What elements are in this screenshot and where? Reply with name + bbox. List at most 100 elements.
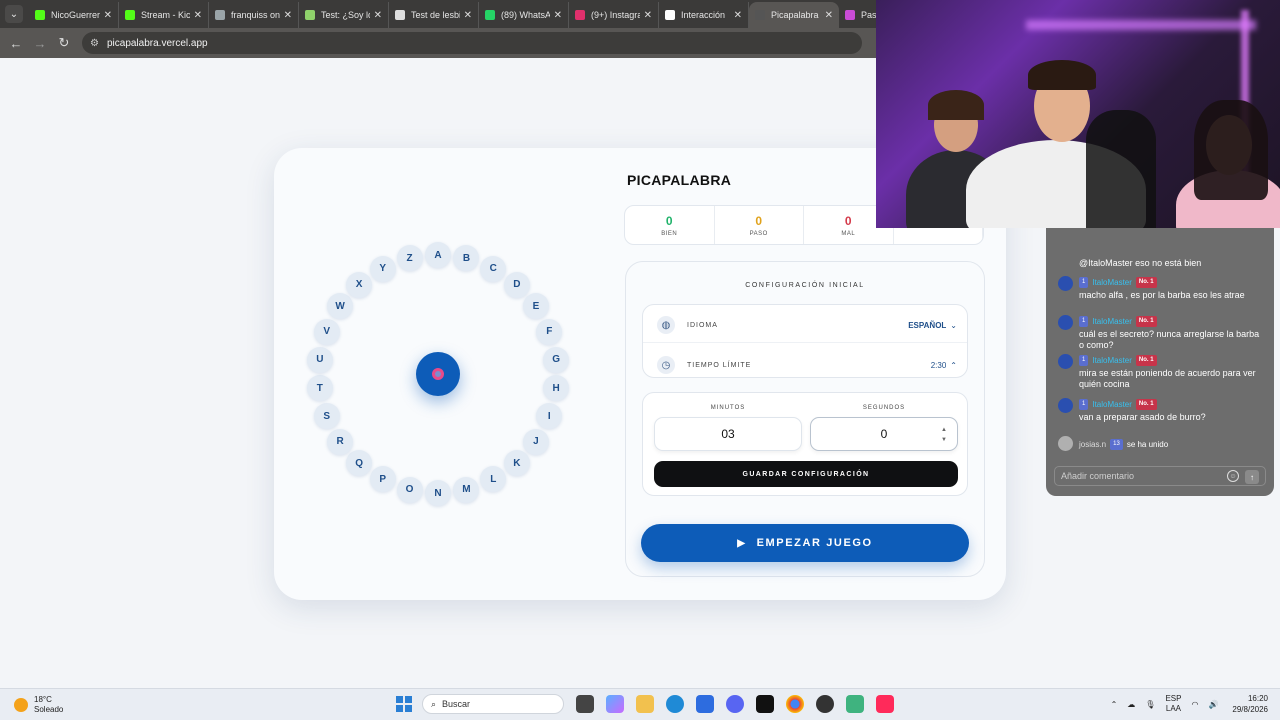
favicon-icon [125, 10, 135, 20]
obs-icon[interactable] [756, 695, 774, 713]
close-icon[interactable]: ✕ [104, 10, 112, 21]
edge-icon[interactable] [666, 695, 684, 713]
close-icon[interactable]: ✕ [734, 10, 742, 21]
tab-title: Interacción [681, 10, 726, 20]
clock-date: 29/8/2026 [1232, 705, 1268, 714]
chat-input[interactable]: Añadir comentario ☺ ↑ [1054, 466, 1266, 486]
browser-tab[interactable]: (89) WhatsApp ✕ [479, 2, 569, 28]
notes-icon[interactable] [846, 695, 864, 713]
browser-tab[interactable]: Test: ¿Soy lo ✕ [299, 2, 389, 28]
favicon-icon [845, 10, 855, 20]
tab-search-button[interactable]: ⌄ [5, 5, 23, 23]
letter-l: L [480, 466, 507, 493]
chrome-icon[interactable] [786, 695, 804, 713]
emoji-icon[interactable]: ☺ [1227, 470, 1239, 482]
close-icon[interactable]: ✕ [194, 10, 202, 21]
taskbar-search[interactable]: ⌕ Buscar [422, 694, 564, 714]
seconds-input[interactable]: 0 ▲ ▼ [810, 417, 958, 451]
level-badge: 1 [1079, 276, 1089, 288]
save-config-button[interactable]: GUARDAR CONFIGURACIÓN [654, 461, 958, 487]
center-target-button[interactable] [416, 352, 460, 396]
custom-time-box: MINUTOS SEGUNDOS 03 0 ▲ ▼ GUARDAR CONFIGU… [642, 392, 968, 496]
taskbar-search-placeholder: Buscar [442, 699, 471, 709]
start-game-button[interactable]: ▶ EMPEZAR JUEGO [641, 524, 969, 562]
chat-username[interactable]: ItaloMaster [1092, 355, 1132, 366]
app-icon[interactable] [816, 695, 834, 713]
chevron-up-icon[interactable]: ⌃ [1111, 700, 1118, 709]
language-option[interactable]: ◍ IDIOMA ESPAÑOL ⌄ [657, 315, 957, 335]
time-limit-value[interactable]: 2:30 [931, 361, 947, 370]
back-icon[interactable]: ← [4, 36, 28, 51]
store-icon[interactable] [696, 695, 714, 713]
discord-icon[interactable] [726, 695, 744, 713]
weather-widget[interactable]: 18°C Soleado [14, 695, 63, 715]
letter-d: D [503, 271, 530, 298]
letter-p: P [369, 466, 396, 493]
keyboard-layout: LAA [1165, 704, 1181, 713]
favicon-icon [395, 10, 405, 20]
favicon-icon [485, 10, 495, 20]
close-icon[interactable]: ✕ [644, 10, 652, 21]
browser-tab[interactable]: Interacción ✕ [659, 2, 749, 28]
chat-username[interactable]: ItaloMaster [1092, 399, 1132, 410]
volume-icon[interactable]: 🔊 [1208, 700, 1218, 709]
close-icon[interactable]: ✕ [284, 10, 292, 21]
tab-title: (9+) Instagram [591, 10, 640, 20]
favicon-icon [35, 10, 45, 20]
forward-icon[interactable]: → [28, 36, 52, 51]
wifi-icon[interactable]: ◠ [1191, 700, 1198, 709]
chat-text: van a preparar asado de burro? [1079, 412, 1206, 422]
letter-t: T [306, 375, 333, 402]
task-view-icon[interactable] [576, 695, 594, 713]
mic-icon[interactable]: 🎙 [1145, 700, 1155, 709]
chat-username[interactable]: ItaloMaster [1092, 277, 1132, 288]
person-right-hair [1194, 100, 1268, 200]
search-icon: ⌕ [431, 698, 437, 709]
site-info-icon[interactable]: ⚙ [90, 38, 99, 49]
chevron-up-icon: ⌃ [950, 360, 957, 370]
stat-value: 0 [844, 213, 852, 228]
options-box: ◍ IDIOMA ESPAÑOL ⌄ ◷ TIEMPO LÍMITE 2:30 … [642, 304, 968, 378]
clock-icon: ◷ [657, 356, 675, 374]
gaming-chair [1086, 110, 1156, 228]
chat-username[interactable]: ItaloMaster [1092, 316, 1132, 327]
reload-icon[interactable]: ↻ [52, 35, 76, 51]
close-icon[interactable]: ✕ [554, 10, 562, 21]
language-indicator[interactable]: ESP [1165, 694, 1181, 703]
cloud-icon[interactable]: ☁ [1127, 700, 1135, 709]
sun-icon [14, 698, 28, 712]
file-explorer-icon[interactable] [636, 695, 654, 713]
letter-w: W [327, 293, 354, 320]
language-select[interactable]: ESPAÑOL [908, 321, 946, 330]
config-title: CONFIGURACIÓN INICIAL [745, 282, 865, 289]
time-limit-option[interactable]: ◷ TIEMPO LÍMITE 2:30 ⌃ [657, 355, 957, 375]
browser-tab[interactable]: franquiss on ✕ [209, 2, 299, 28]
tab-strip: NicoGuerrero ✕ Stream - Kick ✕ franquiss on ✕… [29, 2, 929, 28]
browser-tab[interactable]: Stream - Kick ✕ [119, 2, 209, 28]
close-icon[interactable]: ✕ [464, 10, 472, 21]
stat-value: 0 [665, 213, 673, 228]
tiktok-icon[interactable] [876, 695, 894, 713]
windows-start-icon[interactable] [396, 696, 412, 712]
seconds-stepper[interactable]: ▲ ▼ [941, 425, 947, 445]
avatar [1058, 398, 1073, 413]
browser-tab[interactable]: NicoGuerrero ✕ [29, 2, 119, 28]
letter-q: Q [346, 450, 373, 477]
close-icon[interactable]: ✕ [825, 10, 833, 21]
close-icon[interactable]: ✕ [374, 10, 382, 21]
avatar [1058, 354, 1073, 369]
join-level-badge: 13 [1110, 438, 1123, 450]
send-icon[interactable]: ↑ [1245, 470, 1259, 484]
browser-tab[interactable]: (9+) Instagram ✕ [569, 2, 659, 28]
taskbar-apps: ⌕ Buscar [396, 694, 894, 714]
url-bar[interactable]: ⚙ picapalabra.vercel.app [82, 32, 862, 54]
stat-bien: 0 BIEN [625, 206, 715, 244]
letter-i: I [536, 403, 563, 430]
clock[interactable]: 16:20 29/8/2026 [1232, 693, 1268, 715]
letter-o: O [396, 476, 423, 503]
browser-tab[interactable]: Test de lesbi ✕ [389, 2, 479, 28]
minutes-input[interactable]: 03 [654, 417, 802, 451]
browser-tab[interactable]: Picapalabra ✕ [749, 2, 839, 28]
copilot-icon[interactable] [606, 695, 624, 713]
system-tray: ⌃ ☁ 🎙 ESP LAA ◠ 🔊 16:20 29/8/2026 [1101, 693, 1268, 715]
